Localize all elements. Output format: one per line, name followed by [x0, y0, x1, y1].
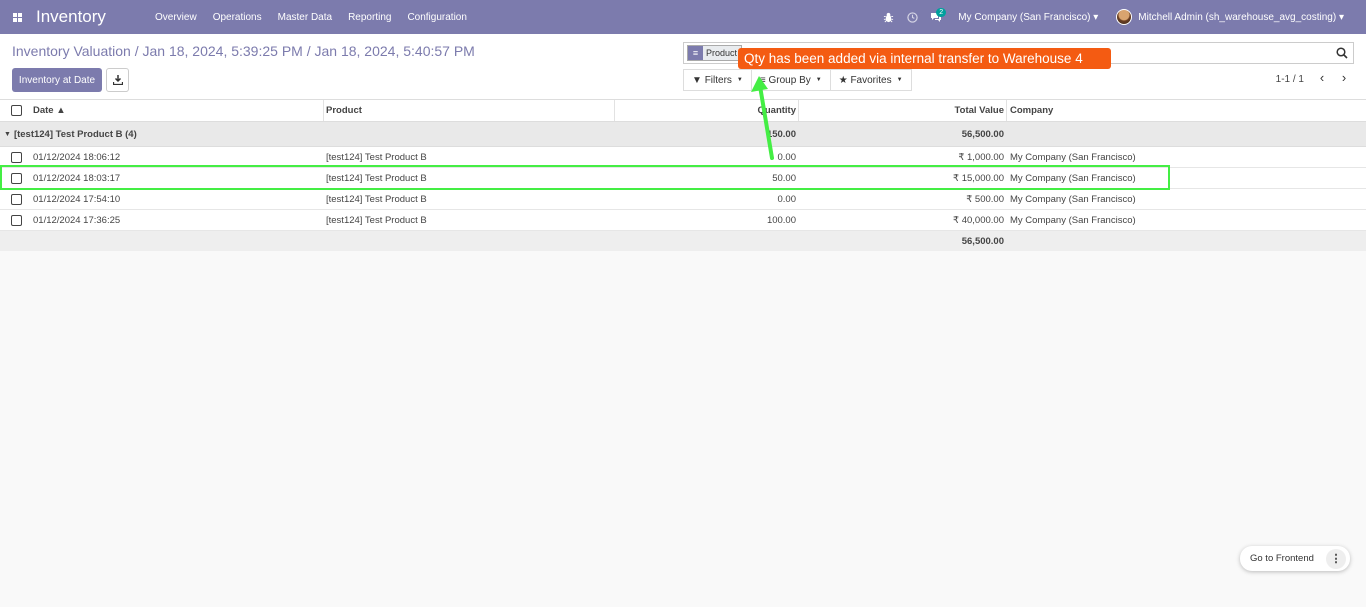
row-quantity: 0.00: [777, 193, 797, 205]
go-to-frontend-widget: Go to Frontend ⋮: [1240, 546, 1350, 571]
search-icon[interactable]: [1336, 47, 1348, 59]
pager-previous-icon[interactable]: ‹: [1314, 70, 1330, 85]
menu-master-data[interactable]: Master Data: [270, 12, 340, 23]
go-to-frontend-button[interactable]: Go to Frontend: [1240, 553, 1326, 564]
bug-icon[interactable]: [876, 0, 900, 34]
row-company: My Company (San Francisco): [1010, 151, 1136, 163]
clock-icon[interactable]: [900, 0, 924, 34]
group-label: [test124] Test Product B (4): [13, 128, 137, 140]
company-label: My Company (San Francisco): [958, 11, 1091, 23]
row-product: [test124] Test Product B: [326, 193, 427, 205]
row-quantity: 50.00: [772, 172, 796, 184]
menu-reporting[interactable]: Reporting: [340, 12, 399, 23]
pager-value[interactable]: 1-1 / 1: [1276, 74, 1304, 85]
top-navbar: Inventory Overview Operations Master Dat…: [0, 0, 1366, 34]
table-row[interactable]: 01/12/2024 17:36:25 [test124] Test Produ…: [0, 210, 1366, 231]
caret-down-icon: ▼: [4, 130, 11, 138]
table-row[interactable]: 01/12/2024 18:06:12 [test124] Test Produ…: [0, 147, 1366, 168]
menu-configuration[interactable]: Configuration: [399, 12, 474, 23]
avatar: [1116, 9, 1133, 25]
search-facet[interactable]: ≡ Product: [687, 45, 743, 61]
annotation-arrow: [751, 76, 774, 160]
group-value: 56,500.00: [961, 128, 1004, 140]
control-panel: Inventory Valuation / Jan 18, 2024, 5:39…: [0, 34, 1366, 100]
chat-count-badge: 2: [936, 8, 947, 17]
chat-icon[interactable]: 2: [924, 0, 948, 34]
column-product[interactable]: Product: [326, 100, 362, 121]
group-row[interactable]: ▼ [test124] Test Product B (4) 150.00 56,…: [0, 122, 1366, 147]
row-checkbox[interactable]: [11, 210, 23, 230]
valuation-table: Date ▲ Product Quantity Total Value Comp…: [0, 100, 1366, 251]
table-row[interactable]: 01/12/2024 18:03:17 [test124] Test Produ…: [0, 168, 1366, 189]
favorites-label: Favorites: [850, 74, 892, 86]
row-date: 01/12/2024 18:03:17: [33, 172, 121, 184]
select-all-checkbox[interactable]: [11, 100, 23, 121]
filters-label: Filters: [704, 74, 732, 86]
table-header: Date ▲ Product Quantity Total Value Comp…: [0, 100, 1366, 122]
breadcrumb: Inventory Valuation / Jan 18, 2024, 5:39…: [12, 43, 475, 59]
user-name: Mitchell Admin (sh_warehouse_avg_costing…: [1138, 11, 1337, 23]
sort-asc-icon: ▲: [56, 105, 66, 116]
menu-overview[interactable]: Overview: [147, 12, 205, 23]
annotation-callout: Qty has been added via internal transfer…: [738, 48, 1111, 69]
row-date: 01/12/2024 17:54:10: [33, 193, 121, 205]
app-name[interactable]: Inventory: [36, 7, 147, 27]
apps-menu-icon[interactable]: [0, 0, 34, 34]
main-menu: Overview Operations Master Data Reportin…: [147, 12, 475, 23]
user-menu[interactable]: Mitchell Admin (sh_warehouse_avg_costing…: [1116, 9, 1344, 25]
pager-next-icon[interactable]: ›: [1336, 70, 1352, 85]
row-company: My Company (San Francisco): [1010, 214, 1136, 226]
search-options: ▼ Filters ▼ ≡ Group By ▼ ★ Favorites ▼: [683, 69, 912, 91]
column-company[interactable]: Company: [1010, 100, 1053, 121]
row-company: My Company (San Francisco): [1010, 193, 1136, 205]
filter-icon: ▼: [692, 74, 702, 86]
filters-button[interactable]: ▼ Filters ▼: [683, 69, 752, 91]
download-button[interactable]: [106, 68, 129, 92]
row-company: My Company (San Francisco): [1010, 172, 1136, 184]
download-icon: [112, 75, 123, 85]
row-product: [test124] Test Product B: [326, 151, 427, 163]
row-quantity: 100.00: [766, 214, 796, 226]
company-switcher[interactable]: My Company (San Francisco) ▾: [958, 12, 1098, 23]
row-checkbox[interactable]: [11, 189, 23, 209]
row-product: [test124] Test Product B: [326, 214, 427, 226]
row-value: ₹ 40,000.00: [953, 214, 1004, 226]
row-checkbox[interactable]: [11, 168, 23, 188]
row-date: 01/12/2024 17:36:25: [33, 214, 121, 226]
row-checkbox[interactable]: [11, 147, 23, 167]
favorites-button[interactable]: ★ Favorites ▼: [829, 69, 912, 91]
table-footer: 56,500.00: [0, 231, 1366, 251]
row-product: [test124] Test Product B: [326, 172, 427, 184]
row-date: 01/12/2024 18:06:12: [33, 151, 121, 163]
column-total-value[interactable]: Total Value: [955, 100, 1004, 121]
row-value: ₹ 15,000.00: [953, 172, 1004, 184]
menu-operations[interactable]: Operations: [205, 12, 270, 23]
table-row[interactable]: 01/12/2024 17:54:10 [test124] Test Produ…: [0, 189, 1366, 210]
footer-total-value: 56,500.00: [961, 235, 1004, 247]
group-by-facet-icon: ≡: [688, 46, 703, 60]
row-value: ₹ 1,000.00: [958, 151, 1004, 163]
column-date[interactable]: Date ▲: [33, 100, 66, 121]
facet-label: Product: [706, 48, 738, 58]
inventory-at-date-button[interactable]: Inventory at Date: [12, 68, 102, 92]
star-icon: ★: [838, 74, 848, 86]
more-options-icon[interactable]: ⋮: [1326, 548, 1346, 569]
row-value: ₹ 500.00: [966, 193, 1004, 205]
